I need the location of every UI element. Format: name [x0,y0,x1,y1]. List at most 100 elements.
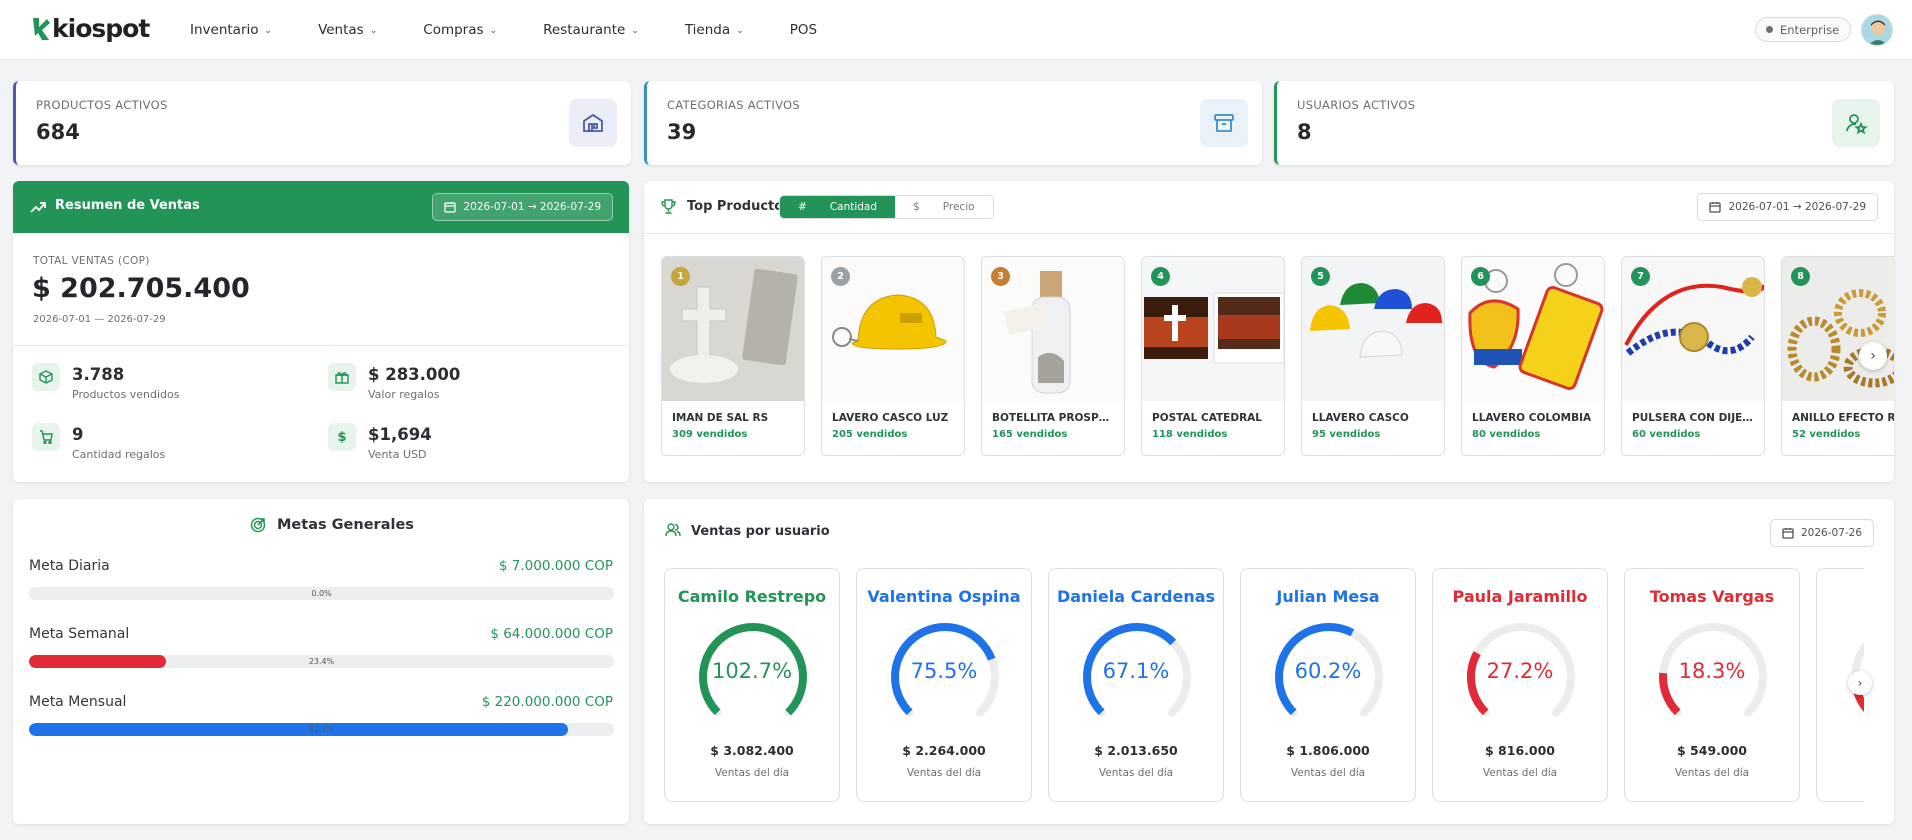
rank-badge: 5 [1311,267,1330,286]
goal-amount: $ 64.000.000 COP [490,626,613,642]
product-card[interactable]: 5 LLAVERO CASCO 95 vendidos [1301,256,1445,456]
carousel-next-button[interactable]: › [1859,342,1887,370]
toggle-precio[interactable]: $ Precio [895,196,993,218]
user-avatar[interactable] [1861,14,1893,46]
user-amount: $ 816.000 [1485,743,1555,758]
plan-badge[interactable]: Enterprise [1755,17,1852,42]
nav-pos[interactable]: POS [790,22,817,38]
user-name: Andres [1817,587,1864,606]
nav-label: Inventario [190,22,259,38]
user-percent: 102.7% [711,659,793,683]
rank-badge: 3 [991,267,1010,286]
product-name: LLAVERO CASCO [1312,412,1409,424]
kiospot-logo-icon [33,17,50,40]
user-sales-card[interactable]: Camilo Restrepo 102.7% $ 3.082.400 Ventas d… [664,568,840,802]
goal-label: Meta Diaria [29,558,110,574]
user-percent: 18.3% [1678,659,1746,683]
metric-label: Cantidad regalos [72,448,166,461]
top-products-title: Top Productos [687,199,791,214]
stat-value: 39 [667,120,697,144]
calendar-icon [1709,202,1722,213]
stat-label: PRODUCTOS ACTIVOS [36,98,168,112]
top-products-card: Top Productos # Cantidad $ Precio 2026-07-… [644,181,1894,482]
user-name: Julian Mesa [1276,587,1380,606]
stat-value: 684 [36,120,80,144]
chevron-down-icon: ⌄ [369,26,378,36]
metric-value: $1,694 [368,425,432,444]
goal-percent: 23.4% [308,657,335,666]
product-name: PULSERA CON DIJE ESTRELLA [1632,412,1756,424]
rank-badge: 8 [1791,267,1810,286]
metric-value: 9 [72,425,84,444]
nav-inventario[interactable]: Inventario ⌄ [190,22,272,38]
date-range-picker[interactable]: 2026-07-01 → 2026-07-29 [432,193,613,221]
nav-restaurante[interactable]: Restaurante ⌄ [543,22,639,38]
main-menu: Inventario ⌄ Ventas ⌄ Compras ⌄ Restaurante… [190,0,817,60]
date-range-picker[interactable]: 2026-07-01 → 2026-07-29 [1697,193,1878,221]
goal-amount: $ 7.000.000 COP [498,558,613,574]
nav-label: Ventas [318,22,364,38]
stat-label: USUARIOS ACTIVOS [1297,98,1416,112]
user-sales-card[interactable]: Julian Mesa 60.2% $ 1.806.000 Ventas del dí… [1240,568,1416,802]
nav-label: Tienda [684,22,731,38]
user-sales-card[interactable]: Valentina Ospina 75.5% $ 2.264.000 Ventas d… [856,568,1032,802]
user-name: Paula Jaramillo [1452,587,1588,606]
user-amount-label: V [1817,767,1864,779]
metric-label: Valor regalos [368,388,440,401]
cart-icon [32,423,60,451]
product-card[interactable]: 6 LLAVERO COLOMBIA 80 vendidos [1461,256,1605,456]
goal-progress-bar: 0.0% [29,587,614,600]
product-sold: 205 vendidos [832,429,908,440]
goal-label: Meta Semanal [29,626,130,642]
user-amount-label: Ventas del día [1098,767,1174,779]
user-amount: $ 2.013.650 [1094,743,1178,758]
toggle-cantidad[interactable]: # Cantidad [780,196,896,218]
user-star-icon [1832,99,1880,147]
product-card[interactable]: 7 PULSERA CON DIJE ESTRELLA 60 vendidos [1621,256,1765,456]
hash-icon: # [798,201,807,213]
metric-label: Venta USD [368,448,427,461]
total-sales-label: TOTAL VENTAS (COP) [33,255,150,267]
user-amount-label: Ventas del día [1482,767,1558,779]
user-amount-label: Ventas del día [714,767,790,779]
product-card[interactable]: 4 POSTAL CATEDRAL 118 vendidos [1141,256,1285,456]
product-card[interactable]: 1 IMAN DE SAL RS 309 vendidos [661,256,805,456]
users-sales-card: Ventas por usuario 2026-07-26 Camilo Res… [644,499,1894,824]
brand-name: kiospot [52,14,150,43]
product-sold: 80 vendidos [1472,429,1541,440]
product-card[interactable]: 2 LAVERO CASCO LUZ 205 vendidos [821,256,965,456]
nav-tienda[interactable]: Tienda ⌄ [685,22,744,38]
divider [13,345,629,346]
goal-percent: 92.1% [308,725,335,734]
user-sales-card[interactable]: Daniela Cardenas 67.1% $ 2.013.650 Ventas d… [1048,568,1224,802]
user-percent: 75.5% [910,659,978,683]
gift-icon [328,363,356,391]
chevron-down-icon: ⌄ [631,26,639,36]
user-amount-label: Ventas del día [1290,767,1366,779]
user-sales-card[interactable]: Tomas Vargas 18.3% $ 549.000 Ventas del día [1624,568,1800,802]
nav-compras[interactable]: Compras ⌄ [423,22,497,38]
box-icon [32,363,60,391]
product-name: BOTELLITA PROSPERIDAD [992,412,1116,424]
user-percent: 60.2% [1294,659,1362,683]
nav-ventas[interactable]: Ventas ⌄ [318,22,377,38]
metric-toggle: # Cantidad $ Precio [779,195,994,219]
user-amount-label: Ventas del día [906,767,982,779]
user-name: Camilo Restrepo [677,587,827,606]
product-name: ANILLO EFECTO ROD [1792,412,1894,424]
goal-amount: $ 220.000.000 COP [481,694,613,710]
brand-logo[interactable]: kiospot [30,14,150,43]
toggle-label: Cantidad [829,201,878,213]
sales-summary-title: Resumen de Ventas [55,198,200,213]
toggle-label: Precio [942,201,975,213]
product-name: LLAVERO COLOMBIA [1472,412,1592,424]
product-card[interactable]: 3 BOTELLITA PROSPERIDAD 165 vendidos [981,256,1125,456]
rank-badge: 4 [1151,267,1170,286]
rank-badge: 6 [1471,267,1490,286]
user-amount: $ 1.806.000 [1286,743,1370,758]
user-amount: $ 549.000 [1677,743,1747,758]
user-sales-card[interactable]: Paula Jaramillo 27.2% $ 816.000 Ventas del … [1432,568,1608,802]
date-range-text: 2026-07-01 → 2026-07-29 [1728,201,1866,213]
user-name: Tomas Vargas [1649,587,1775,606]
carousel-next-button[interactable]: › [1848,671,1872,695]
